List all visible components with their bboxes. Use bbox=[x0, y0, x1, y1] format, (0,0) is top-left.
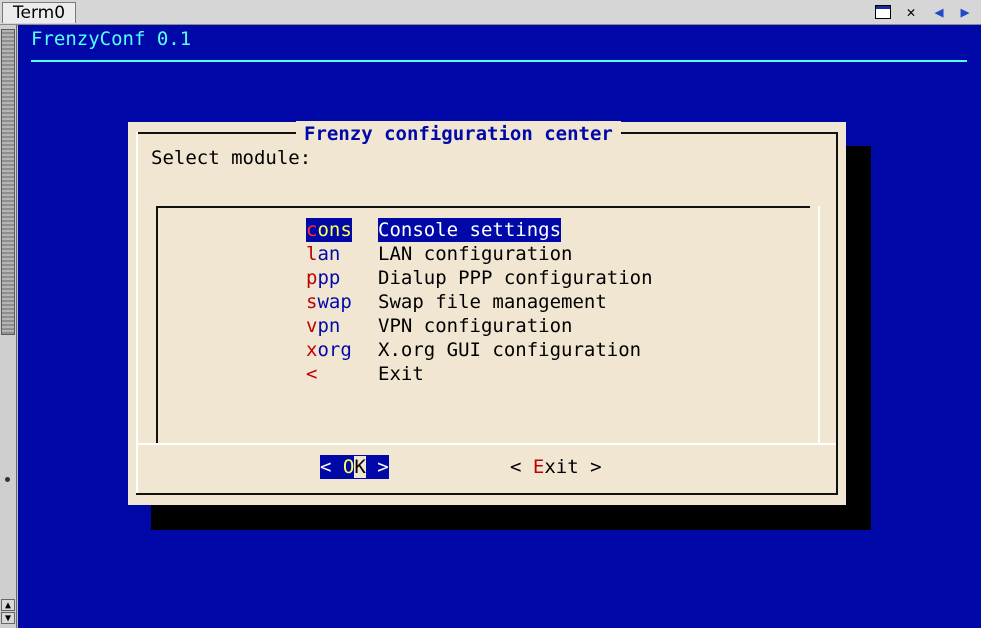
menu-item-description: Swap file management bbox=[378, 291, 607, 313]
menu-item-lan[interactable]: lan LAN configuration bbox=[306, 242, 826, 266]
terminal-scrollbar[interactable]: ▲ ▼ bbox=[0, 25, 17, 628]
menu-item-tag: cons bbox=[306, 218, 352, 242]
scroll-up-icon[interactable]: ▲ bbox=[1, 599, 15, 611]
prev-icon[interactable]: ◀ bbox=[931, 3, 947, 21]
menu-item-swap[interactable]: swap Swap file management bbox=[306, 290, 826, 314]
dialog-prompt: Select module: bbox=[151, 147, 312, 169]
window-titlebar: Term0 ✕ ◀ ▶ bbox=[0, 0, 981, 25]
ok-button[interactable]: < OK > bbox=[320, 455, 389, 479]
menu-item-exit[interactable]: < Exit bbox=[306, 362, 826, 386]
list-border bbox=[156, 206, 810, 208]
menu-item-tag: swap bbox=[306, 291, 352, 313]
menu-item-description: LAN configuration bbox=[378, 243, 573, 265]
menu-item-description: X.org GUI configuration bbox=[378, 339, 642, 361]
menu-item-tag: vpn bbox=[306, 315, 341, 337]
terminal-tab[interactable]: Term0 bbox=[2, 2, 77, 23]
button-bar bbox=[138, 445, 836, 493]
button-separator bbox=[138, 443, 836, 445]
terminal-screen[interactable]: FrenzyConf 0.1 Frenzy configuration cent… bbox=[18, 25, 981, 628]
menu-item-tag: ppp bbox=[306, 267, 341, 289]
list-border bbox=[156, 206, 158, 448]
config-dialog: Frenzy configuration center Select modul… bbox=[128, 121, 846, 505]
dialog-border bbox=[136, 493, 838, 495]
menu-item-tag: lan bbox=[306, 243, 341, 265]
menu-item-tag: < bbox=[306, 363, 318, 385]
menu-item-description: Console settings bbox=[378, 218, 562, 242]
menu-item-vpn[interactable]: vpn VPN configuration bbox=[306, 314, 826, 338]
scrollbar-thumb[interactable] bbox=[1, 29, 15, 335]
menu-item-ppp[interactable]: ppp Dialup PPP configuration bbox=[306, 266, 826, 290]
menu-item-description: VPN configuration bbox=[378, 315, 573, 337]
menu-item-cons[interactable]: cons Console settings bbox=[306, 218, 826, 242]
menu-item-xorg[interactable]: xorg X.org GUI configuration bbox=[306, 338, 826, 362]
dialog-border bbox=[836, 132, 838, 495]
title-divider bbox=[31, 60, 967, 62]
maximize-icon[interactable] bbox=[875, 5, 891, 19]
module-list[interactable]: cons Console settings lan LAN configurat… bbox=[156, 206, 820, 448]
scroll-down-icon[interactable]: ▼ bbox=[1, 612, 15, 624]
menu-item-description: Dialup PPP configuration bbox=[378, 267, 653, 289]
scrollbar-grip-icon bbox=[5, 477, 10, 482]
dialog-border bbox=[136, 132, 138, 495]
dialog-title: Frenzy configuration center bbox=[296, 121, 621, 147]
next-icon[interactable]: ▶ bbox=[957, 3, 973, 21]
app-title: FrenzyConf 0.1 bbox=[31, 28, 192, 50]
menu-item-description: Exit bbox=[378, 363, 424, 385]
exit-button[interactable]: < Exit > bbox=[510, 455, 602, 479]
close-icon[interactable]: ✕ bbox=[903, 3, 919, 21]
menu-item-tag: xorg bbox=[306, 339, 352, 361]
